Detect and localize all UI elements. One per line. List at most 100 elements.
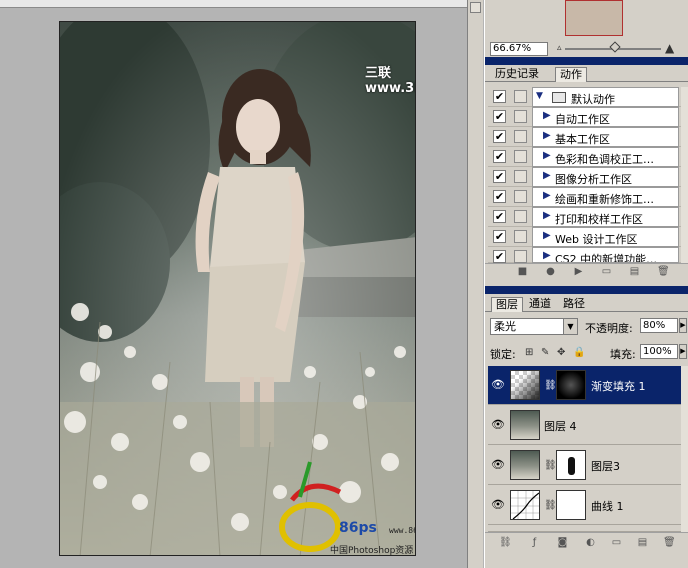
expand-right-icon[interactable]: ▶	[543, 190, 551, 201]
lock-all-icon[interactable]: 🔒	[573, 347, 585, 358]
vertical-scrollbar[interactable]	[467, 0, 483, 568]
fill-slider-arrow-icon[interactable]: ▶	[679, 344, 687, 359]
action-toggle-checkbox[interactable]: ✔	[493, 130, 506, 143]
zoom-out-icon[interactable]: ▵	[557, 43, 562, 53]
tab-channels[interactable]: 通道	[525, 297, 555, 312]
new-action-icon[interactable]: ▤	[629, 266, 640, 277]
play-icon[interactable]: ▶	[573, 266, 584, 277]
zoom-slider-knob[interactable]	[609, 41, 621, 53]
trash-icon[interactable]: 🗑	[657, 266, 670, 277]
action-row[interactable]: ✔ ▶ Web 设计工作区	[488, 227, 681, 247]
document-image[interactable]: 三联 www.3lian.com 86ps www.86ps.com 中国Pho…	[59, 21, 416, 556]
zoom-in-icon[interactable]: ▲	[665, 41, 674, 55]
dialog-toggle-box[interactable]	[514, 130, 527, 143]
layer-style-icon[interactable]: ƒ	[529, 537, 540, 548]
action-toggle-checkbox[interactable]: ✔	[493, 190, 506, 203]
lock-transparency-icon[interactable]: ⊞	[525, 347, 536, 358]
navigator-thumbnail[interactable]	[565, 0, 623, 36]
action-label-cell[interactable]: ▶ 图像分析工作区	[532, 167, 679, 187]
mask-thumbnail[interactable]	[556, 450, 586, 480]
tab-layers[interactable]: 图层	[491, 297, 523, 312]
zoom-input[interactable]: 66.67%	[490, 42, 548, 56]
link-layers-icon[interactable]: ⛓	[499, 537, 512, 548]
mask-thumbnail[interactable]	[556, 490, 586, 520]
tab-actions[interactable]: 动作	[555, 67, 587, 82]
action-label-cell[interactable]: ▶ 基本工作区	[532, 127, 679, 147]
layer-row-layer3[interactable]: 👁 ⛓ 图层3	[488, 446, 681, 485]
action-toggle-checkbox[interactable]: ✔	[493, 170, 506, 183]
chain-link-icon[interactable]: ⛓	[544, 500, 557, 511]
fill-input[interactable]: 100%	[640, 344, 678, 359]
record-icon[interactable]: ●	[545, 266, 556, 277]
dialog-toggle-box[interactable]	[514, 190, 527, 203]
layer-name[interactable]: 图层3	[591, 458, 620, 474]
expand-right-icon[interactable]: ▶	[543, 210, 551, 221]
dialog-toggle-box[interactable]	[514, 230, 527, 243]
action-set-row[interactable]: ✔ ▼ 默认动作	[488, 87, 681, 107]
layer-row-gradient-fill[interactable]: 👁 ⛓ 渐变填充 1	[488, 366, 681, 405]
dialog-toggle-box[interactable]	[514, 90, 527, 103]
adjustment-layer-icon[interactable]: ◐	[585, 537, 596, 548]
document-canvas-area[interactable]: 三联 www.3lian.com 86ps www.86ps.com 中国Pho…	[0, 0, 483, 568]
action-toggle-checkbox[interactable]: ✔	[493, 230, 506, 243]
expand-right-icon[interactable]: ▶	[543, 250, 551, 261]
action-label-cell[interactable]: ▼ 默认动作	[532, 87, 679, 107]
visibility-eye-icon[interactable]: 👁	[491, 378, 505, 392]
action-toggle-checkbox[interactable]: ✔	[493, 150, 506, 163]
opacity-input[interactable]: 80%	[640, 318, 678, 333]
action-label-cell[interactable]: ▶ CS2 中的新增功能…	[532, 247, 679, 263]
action-label-cell[interactable]: ▶ 色彩和色调校正工…	[532, 147, 679, 167]
stop-icon[interactable]: ■	[517, 266, 528, 277]
lock-pixels-icon[interactable]: ✎	[541, 347, 552, 358]
action-row[interactable]: ✔ ▶ 打印和校样工作区	[488, 207, 681, 227]
layer-name[interactable]: 渐变填充 1	[591, 378, 646, 394]
action-row[interactable]: ✔ ▶ 自动工作区	[488, 107, 681, 127]
dialog-toggle-box[interactable]	[514, 250, 527, 263]
expand-right-icon[interactable]: ▶	[543, 230, 551, 241]
scroll-up-icon[interactable]	[470, 2, 481, 13]
layer-name[interactable]: 曲线 1	[591, 498, 624, 514]
action-toggle-checkbox[interactable]: ✔	[493, 250, 506, 263]
expand-down-icon[interactable]: ▼	[536, 91, 543, 101]
action-toggle-checkbox[interactable]: ✔	[493, 90, 506, 103]
visibility-eye-icon[interactable]: 👁	[491, 458, 505, 472]
expand-right-icon[interactable]: ▶	[543, 150, 551, 161]
chain-link-icon[interactable]: ⛓	[544, 380, 557, 391]
action-label-cell[interactable]: ▶ 打印和校样工作区	[532, 207, 679, 227]
tab-paths[interactable]: 路径	[559, 297, 589, 312]
action-label-cell[interactable]: ▶ 自动工作区	[532, 107, 679, 127]
action-row[interactable]: ✔ ▶ 基本工作区	[488, 127, 681, 147]
action-label-cell[interactable]: ▶ Web 设计工作区	[532, 227, 679, 247]
add-mask-icon[interactable]: ◙	[557, 537, 568, 548]
dialog-toggle-box[interactable]	[514, 150, 527, 163]
visibility-eye-icon[interactable]: 👁	[491, 418, 505, 432]
visibility-eye-icon[interactable]: 👁	[491, 498, 505, 512]
layer-row-layer4[interactable]: 👁 图层 4	[488, 406, 681, 445]
action-row[interactable]: ✔ ▶ 色彩和色调校正工…	[488, 147, 681, 167]
action-toggle-checkbox[interactable]: ✔	[493, 110, 506, 123]
opacity-slider-arrow-icon[interactable]: ▶	[679, 318, 687, 333]
action-toggle-checkbox[interactable]: ✔	[493, 210, 506, 223]
lock-position-icon[interactable]: ✥	[557, 347, 568, 358]
delete-layer-icon[interactable]: 🗑	[663, 537, 676, 548]
blend-mode-select[interactable]: 柔光 ▼	[490, 318, 578, 335]
layer-row-curves1[interactable]: 👁 ⛓ 曲线 1	[488, 486, 681, 525]
action-row[interactable]: ✔ ▶ 绘画和重新修饰工…	[488, 187, 681, 207]
action-label-cell[interactable]: ▶ 绘画和重新修饰工…	[532, 187, 679, 207]
chevron-down-icon[interactable]: ▼	[563, 319, 577, 334]
mask-thumbnail[interactable]	[556, 370, 586, 400]
dialog-toggle-box[interactable]	[514, 210, 527, 223]
dialog-toggle-box[interactable]	[514, 170, 527, 183]
layers-panel-titlebar[interactable]	[485, 286, 688, 294]
layers-scrollbar[interactable]	[681, 366, 688, 532]
new-set-icon[interactable]: ▭	[601, 266, 612, 277]
new-group-icon[interactable]: ▭	[611, 537, 622, 548]
layer-name[interactable]: 图层 4	[544, 418, 577, 434]
dialog-toggle-box[interactable]	[514, 110, 527, 123]
chain-link-icon[interactable]: ⛓	[544, 460, 557, 471]
action-row[interactable]: ✔ ▶ CS2 中的新增功能…	[488, 247, 681, 263]
actions-scrollbar[interactable]	[681, 87, 688, 263]
tab-history[interactable]: 历史记录	[491, 67, 543, 82]
expand-right-icon[interactable]: ▶	[543, 110, 551, 121]
new-layer-icon[interactable]: ▤	[637, 537, 648, 548]
